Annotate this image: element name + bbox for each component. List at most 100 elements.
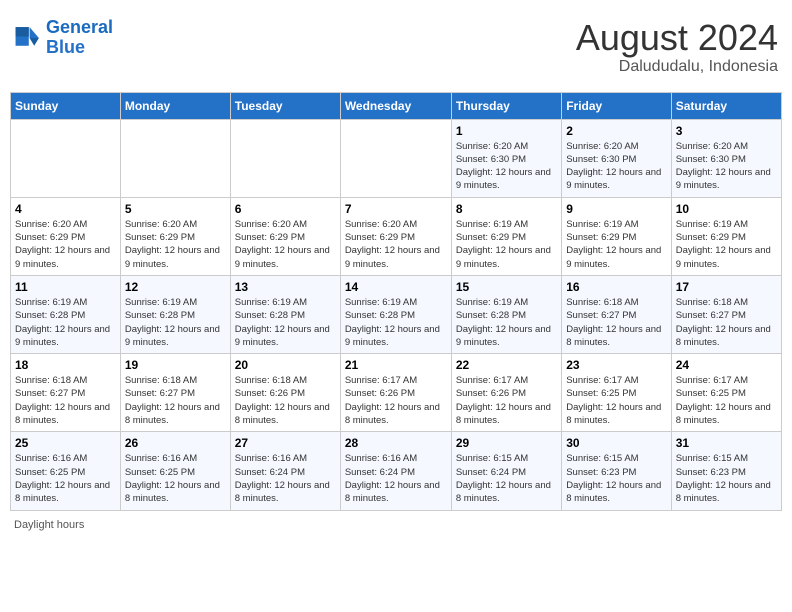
day-number: 6 [235,202,336,216]
day-number: 2 [566,124,666,138]
day-info: Sunrise: 6:15 AM Sunset: 6:23 PM Dayligh… [676,452,777,505]
calendar-cell: 26Sunrise: 6:16 AM Sunset: 6:25 PM Dayli… [120,432,230,510]
day-number: 24 [676,358,777,372]
calendar-cell: 13 Sunrise: 6:19 AM Sunset: 6:28 PM Dayli… [230,275,340,353]
calendar-day-header: Wednesday [340,92,451,119]
calendar-cell: 31Sunrise: 6:15 AM Sunset: 6:23 PM Dayli… [671,432,781,510]
calendar-cell [120,119,230,197]
day-info: Sunrise: 6:20 AM Sunset: 6:29 PM Dayligh… [15,218,116,271]
day-info: Sunrise: 6:15 AM Sunset: 6:23 PM Dayligh… [566,452,666,505]
day-number: 19 [125,358,226,372]
day-info: Sunrise: 6:18 AM Sunset: 6:27 PM Dayligh… [676,296,777,349]
day-info: Sunrise: 6:16 AM Sunset: 6:24 PM Dayligh… [235,452,336,505]
day-info: Sunrise: 6:19 AM Sunset: 6:28 PM Dayligh… [345,296,447,349]
day-number: 1 [456,124,557,138]
day-info: Sunrise: 6:18 AM Sunset: 6:26 PM Dayligh… [235,374,336,427]
calendar-cell: 3 Sunrise: 6:20 AM Sunset: 6:30 PM Daylig… [671,119,781,197]
calendar-cell: 11Sunrise: 6:19 AM Sunset: 6:28 PM Dayli… [11,275,121,353]
day-number: 16 [566,280,666,294]
day-number: 30 [566,436,666,450]
day-number: 27 [235,436,336,450]
day-number: 5 [125,202,226,216]
day-info: Sunrise: 6:18 AM Sunset: 6:27 PM Dayligh… [566,296,666,349]
calendar-cell: 24 Sunrise: 6:17 AM Sunset: 6:25 PM Dayli… [671,354,781,432]
calendar-week-row: 25 Sunrise: 6:16 AM Sunset: 6:25 PM Dayli… [11,432,782,510]
day-number: 23 [566,358,666,372]
calendar: SundayMondayTuesdayWednesdayThursdayFrid… [10,92,782,511]
day-number: 8 [456,202,557,216]
calendar-cell: 21Sunrise: 6:17 AM Sunset: 6:26 PM Dayli… [340,354,451,432]
month-title: August 2024 [576,18,778,58]
calendar-week-row: 11 Sunrise: 6:19 AM Sunset: 6:28 PM Dayli… [11,275,782,353]
day-info: Sunrise: 6:19 AM Sunset: 6:29 PM Dayligh… [456,218,557,271]
day-info: Sunrise: 6:20 AM Sunset: 6:30 PM Dayligh… [676,140,777,193]
day-info: Sunrise: 6:19 AM Sunset: 6:29 PM Dayligh… [676,218,777,271]
calendar-cell: 19 Sunrise: 6:18 AM Sunset: 6:27 PM Dayli… [120,354,230,432]
subtitle: Dalududalu, Indonesia [576,58,778,76]
calendar-cell: 6Sunrise: 6:20 AM Sunset: 6:29 PM Daylig… [230,197,340,275]
calendar-cell: 10 Sunrise: 6:19 AM Sunset: 6:29 PM Dayli… [671,197,781,275]
calendar-day-header: Friday [562,92,671,119]
footer: Daylight hours [10,519,782,531]
calendar-week-row: 1 Sunrise: 6:20 AM Sunset: 6:30 PM Daylig… [11,119,782,197]
day-info: Sunrise: 6:17 AM Sunset: 6:25 PM Dayligh… [676,374,777,427]
day-number: 29 [456,436,557,450]
day-number: 10 [676,202,777,216]
calendar-cell: 5 Sunrise: 6:20 AM Sunset: 6:29 PM Daylig… [120,197,230,275]
calendar-cell: 25 Sunrise: 6:16 AM Sunset: 6:25 PM Dayli… [11,432,121,510]
day-number: 22 [456,358,557,372]
day-info: Sunrise: 6:19 AM Sunset: 6:28 PM Dayligh… [235,296,336,349]
day-number: 3 [676,124,777,138]
day-number: 12 [125,280,226,294]
day-number: 13 [235,280,336,294]
calendar-header-row: SundayMondayTuesdayWednesdayThursdayFrid… [11,92,782,119]
day-info: Sunrise: 6:20 AM Sunset: 6:29 PM Dayligh… [125,218,226,271]
calendar-day-header: Saturday [671,92,781,119]
calendar-cell: 27 Sunrise: 6:16 AM Sunset: 6:24 PM Dayli… [230,432,340,510]
calendar-cell: 29 Sunrise: 6:15 AM Sunset: 6:24 PM Dayli… [451,432,561,510]
calendar-week-row: 18Sunrise: 6:18 AM Sunset: 6:27 PM Dayli… [11,354,782,432]
day-number: 14 [345,280,447,294]
calendar-cell: 17 Sunrise: 6:18 AM Sunset: 6:27 PM Dayli… [671,275,781,353]
day-number: 11 [15,280,116,294]
calendar-cell: 7 Sunrise: 6:20 AM Sunset: 6:29 PM Daylig… [340,197,451,275]
logo-line2: Blue [46,37,85,57]
calendar-cell: 15Sunrise: 6:19 AM Sunset: 6:28 PM Dayli… [451,275,561,353]
calendar-cell: 4Sunrise: 6:20 AM Sunset: 6:29 PM Daylig… [11,197,121,275]
calendar-cell: 18Sunrise: 6:18 AM Sunset: 6:27 PM Dayli… [11,354,121,432]
day-number: 20 [235,358,336,372]
calendar-day-header: Thursday [451,92,561,119]
day-info: Sunrise: 6:16 AM Sunset: 6:25 PM Dayligh… [15,452,116,505]
calendar-cell: 14 Sunrise: 6:19 AM Sunset: 6:28 PM Dayli… [340,275,451,353]
logo-line1: General [46,17,113,37]
day-number: 26 [125,436,226,450]
day-number: 9 [566,202,666,216]
day-info: Sunrise: 6:18 AM Sunset: 6:27 PM Dayligh… [125,374,226,427]
calendar-cell: 16 Sunrise: 6:18 AM Sunset: 6:27 PM Dayli… [562,275,671,353]
day-info: Sunrise: 6:20 AM Sunset: 6:30 PM Dayligh… [456,140,557,193]
day-number: 21 [345,358,447,372]
calendar-cell: 1 Sunrise: 6:20 AM Sunset: 6:30 PM Daylig… [451,119,561,197]
day-number: 28 [345,436,447,450]
calendar-day-header: Tuesday [230,92,340,119]
day-number: 17 [676,280,777,294]
calendar-cell: 9Sunrise: 6:19 AM Sunset: 6:29 PM Daylig… [562,197,671,275]
day-info: Sunrise: 6:19 AM Sunset: 6:28 PM Dayligh… [125,296,226,349]
logo-icon [14,24,42,52]
calendar-cell: 12 Sunrise: 6:19 AM Sunset: 6:28 PM Dayli… [120,275,230,353]
calendar-cell [11,119,121,197]
calendar-cell: 28Sunrise: 6:16 AM Sunset: 6:24 PM Dayli… [340,432,451,510]
day-info: Sunrise: 6:20 AM Sunset: 6:29 PM Dayligh… [345,218,447,271]
logo-text: General Blue [46,18,113,58]
day-number: 7 [345,202,447,216]
calendar-cell [340,119,451,197]
day-info: Sunrise: 6:18 AM Sunset: 6:27 PM Dayligh… [15,374,116,427]
calendar-cell: 22Sunrise: 6:17 AM Sunset: 6:26 PM Dayli… [451,354,561,432]
logo: General Blue [14,18,113,58]
day-number: 25 [15,436,116,450]
day-info: Sunrise: 6:15 AM Sunset: 6:24 PM Dayligh… [456,452,557,505]
calendar-cell: 30 Sunrise: 6:15 AM Sunset: 6:23 PM Dayli… [562,432,671,510]
calendar-cell: 23 Sunrise: 6:17 AM Sunset: 6:25 PM Dayli… [562,354,671,432]
day-info: Sunrise: 6:17 AM Sunset: 6:25 PM Dayligh… [566,374,666,427]
title-area: August 2024 Dalududalu, Indonesia [576,18,778,76]
